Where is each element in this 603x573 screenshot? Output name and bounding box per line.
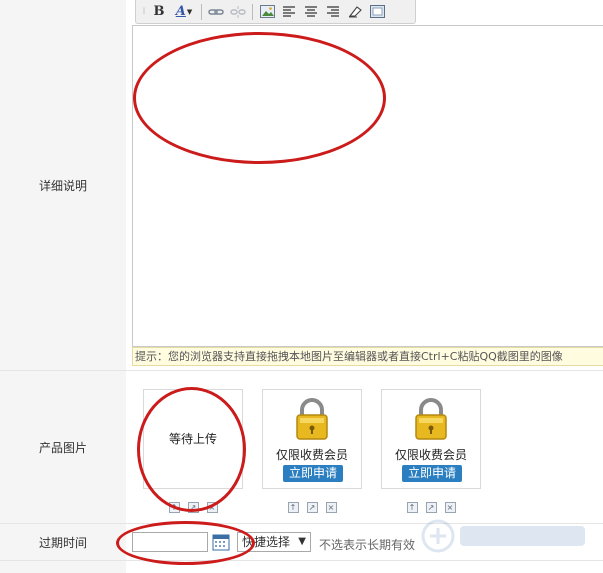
align-left-button[interactable]	[278, 2, 300, 22]
product-images-label: 产品图片	[0, 371, 126, 523]
chevron-down-icon: ▼	[186, 7, 193, 16]
image-slot-1-actions: ↑ ↗ ×	[143, 502, 243, 513]
member-only-text: 仅限收费会员	[394, 448, 467, 462]
expire-note: 不选表示长期有效	[319, 538, 416, 552]
font-color-button[interactable]: A ▼	[170, 2, 198, 22]
apply-button[interactable]: 立即申请	[402, 465, 462, 482]
lock-icon	[415, 398, 447, 440]
eraser-button[interactable]	[344, 2, 366, 22]
expire-date-input[interactable]	[132, 532, 208, 552]
delete-icon[interactable]: ×	[325, 502, 337, 513]
eraser-icon	[348, 6, 362, 18]
upload-status: 等待上传	[168, 432, 217, 446]
expire-label: 过期时间	[0, 524, 126, 560]
link-button[interactable]	[205, 2, 227, 22]
align-left-icon	[283, 5, 295, 17]
unlink-icon	[230, 5, 246, 18]
expand-icon[interactable]: ↗	[306, 502, 318, 513]
unlink-button[interactable]	[227, 2, 249, 22]
toolbar-separator	[252, 3, 253, 20]
toolbar-handle-icon: ⁞	[142, 7, 146, 17]
expand-icon[interactable]: ↗	[187, 502, 199, 513]
quick-select-value: 快捷选择	[242, 535, 291, 549]
upload-icon[interactable]: ↑	[287, 502, 299, 513]
source-button[interactable]	[366, 2, 388, 22]
chevron-down-icon: ▼	[298, 536, 306, 547]
expand-icon[interactable]: ↗	[425, 502, 437, 513]
align-right-icon	[327, 5, 339, 17]
align-right-button[interactable]	[322, 2, 344, 22]
insert-image-button[interactable]	[256, 2, 278, 22]
member-only-text: 仅限收费会员	[275, 448, 348, 462]
image-slot-1[interactable]: 等待上传	[143, 389, 243, 489]
image-slot-2-actions: ↑ ↗ ×	[262, 502, 362, 513]
image-slot-3-actions: ↑ ↗ ×	[381, 502, 481, 513]
link-icon	[208, 8, 224, 15]
bold-button[interactable]: B	[148, 2, 170, 22]
delete-icon[interactable]: ×	[444, 502, 456, 513]
detail-label: 详细说明	[0, 0, 126, 370]
lock-icon	[296, 398, 328, 440]
upload-icon[interactable]: ↑	[168, 502, 180, 513]
upload-icon[interactable]: ↑	[406, 502, 418, 513]
watermark-logo	[421, 519, 585, 553]
editor-toolbar: ⁞ B A ▼	[135, 0, 416, 24]
font-color-icon: A	[175, 4, 186, 19]
align-center-icon	[305, 5, 317, 17]
image-slot-2: 仅限收费会员 立即申请	[262, 389, 362, 489]
quick-select-dropdown[interactable]: 快捷选择 ▼	[237, 532, 311, 552]
align-center-button[interactable]	[300, 2, 322, 22]
calendar-icon[interactable]	[212, 533, 230, 551]
toolbar-separator	[201, 3, 202, 20]
delete-icon[interactable]: ×	[206, 502, 218, 513]
next-row	[0, 561, 603, 573]
image-icon	[259, 5, 275, 18]
next-label-cell	[0, 561, 126, 573]
rich-text-editor[interactable]	[132, 25, 603, 347]
source-icon	[369, 5, 385, 18]
apply-button[interactable]: 立即申请	[283, 465, 343, 482]
editor-hint: 提示：您的浏览器支持直接拖拽本地图片至编辑器或者直接Ctrl+C粘贴QQ截图里的…	[132, 347, 603, 366]
image-slot-3: 仅限收费会员 立即申请	[381, 389, 481, 489]
